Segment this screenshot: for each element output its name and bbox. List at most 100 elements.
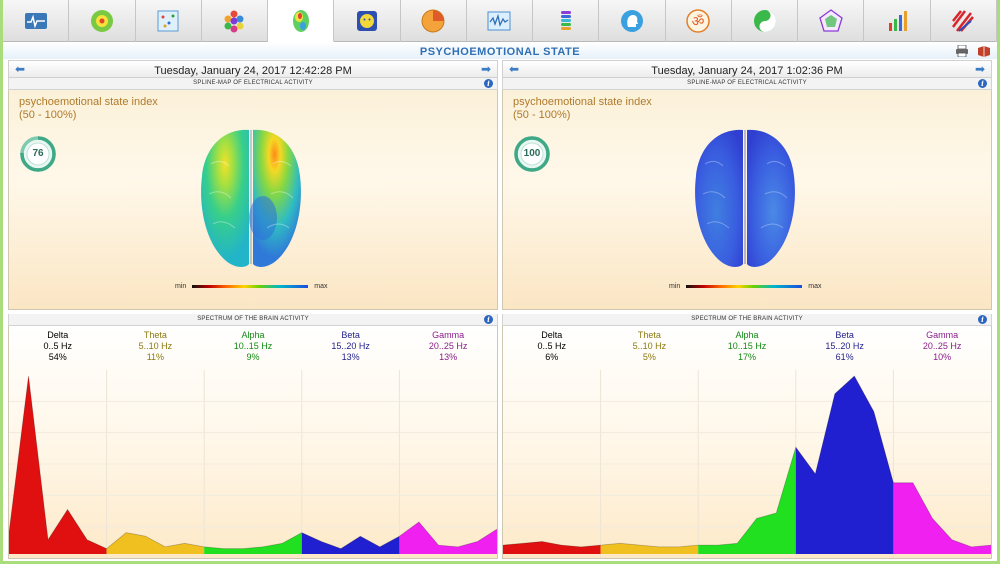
tool-aura[interactable] — [69, 0, 136, 42]
band-percent: 10% — [933, 352, 952, 362]
spectrum-band-area — [204, 532, 302, 554]
spectrum-chart — [503, 370, 991, 558]
om-symbol-icon: ॐ — [686, 9, 711, 33]
waveform-icon — [487, 11, 511, 31]
svg-text:ॐ: ॐ — [692, 14, 705, 30]
band-percent: 13% — [341, 352, 360, 362]
band-range: 15..20 Hz — [331, 341, 370, 351]
tool-pattern[interactable] — [931, 0, 997, 42]
index-range: (50 - 100%) — [19, 109, 77, 121]
page-title: PSYCHOEMOTIONAL STATE — [419, 46, 581, 58]
scale-min: min — [669, 283, 681, 290]
band-percent: 17% — [737, 352, 756, 362]
tool-bar-chart[interactable] — [864, 0, 931, 42]
band-percent: 6% — [545, 352, 559, 362]
scale-max: max — [808, 283, 822, 290]
info-icon[interactable]: i — [484, 315, 493, 324]
scale-max: max — [314, 283, 328, 290]
band-alpha: Alpha 10..15 Hz 9% — [204, 330, 302, 363]
band-range: 10..15 Hz — [233, 341, 273, 351]
face-portrait-icon — [356, 11, 377, 31]
band-name: Alpha — [735, 330, 759, 340]
band-range: 20..25 Hz — [428, 341, 468, 351]
band-alpha: Alpha 10..15 Hz 17% — [698, 330, 796, 363]
spectrum-chart — [9, 370, 497, 558]
next-session-arrow-icon[interactable]: ➡ — [479, 63, 493, 75]
index-value: 100 — [523, 148, 541, 159]
previous-session-arrow-icon[interactable]: ⬅ — [507, 63, 521, 75]
band-percent: 5% — [642, 352, 656, 362]
session-date: Tuesday, January 24, 2017 1:02:36 PM — [651, 65, 843, 77]
band-name: Gamma — [432, 330, 465, 340]
band-delta: Delta 0..5 Hz 54% — [9, 330, 107, 363]
next-session-arrow-icon[interactable]: ➡ — [973, 63, 987, 75]
tool-ecg[interactable] — [3, 0, 70, 42]
session-panel-left: ⬅ Tuesday, January 24, 2017 12:42:28 PM … — [8, 60, 498, 561]
index-value: 76 — [32, 148, 44, 159]
spline-map-heading-text: SPLINE-MAP OF ELECTRICAL ACTIVITY — [687, 80, 807, 86]
band-name: Gamma — [926, 330, 959, 340]
brain-spline-map — [695, 129, 795, 267]
band-name: Delta — [47, 330, 69, 340]
tool-pentagon[interactable] — [798, 0, 865, 42]
session-panel-right: ⬅ Tuesday, January 24, 2017 1:02:36 PM ➡… — [502, 60, 992, 561]
spline-map-box: psychoemotional state index (50 - 100%) … — [502, 90, 992, 310]
band-gamma: Gamma 20..25 Hz 13% — [399, 330, 497, 363]
info-icon[interactable]: i — [978, 79, 987, 88]
band-name: Delta — [541, 330, 563, 340]
tool-brain-map[interactable] — [268, 0, 335, 42]
pattern-icon — [952, 10, 975, 32]
spectrum-band-area — [600, 543, 699, 554]
spline-map-heading-text: SPLINE-MAP OF ELECTRICAL ACTIVITY — [193, 80, 313, 86]
scatter-grid-icon — [157, 10, 179, 32]
spectrum-band-area — [698, 447, 796, 554]
pie-chart-icon — [421, 9, 445, 33]
date-bar: ⬅ Tuesday, January 24, 2017 1:02:36 PM ➡ — [502, 60, 992, 78]
tool-chakra[interactable] — [533, 0, 600, 42]
tool-head-profile[interactable] — [599, 0, 666, 42]
band-name: Alpha — [241, 330, 265, 340]
index-label: psychoemotional state index — [19, 96, 158, 108]
chakra-stack-icon — [560, 11, 571, 30]
info-icon[interactable]: i — [978, 315, 987, 324]
ecg-monitor-icon — [24, 13, 47, 29]
tool-yin-yang[interactable] — [732, 0, 799, 42]
scale-gradient-bar — [686, 285, 803, 288]
spectrum-band-area — [301, 532, 400, 554]
band-percent: 61% — [835, 352, 854, 362]
color-scale: min max — [175, 283, 328, 290]
spectrum-band-area — [795, 376, 894, 554]
yin-yang-icon — [753, 10, 776, 32]
band-range: 15..20 Hz — [825, 341, 864, 351]
band-theta: Theta 5..10 Hz 11% — [107, 330, 205, 363]
tool-hexagon[interactable] — [202, 0, 269, 42]
band-name: Theta — [637, 330, 661, 340]
band-range: 0..5 Hz — [43, 341, 73, 351]
band-range: 10..15 Hz — [727, 341, 767, 351]
band-range: 0..5 Hz — [537, 341, 567, 351]
tool-om[interactable]: ॐ — [666, 0, 732, 42]
spectrum-heading-text: SPECTRUM OF THE BRAIN ACTIVITY — [197, 316, 309, 322]
tool-waveform[interactable] — [467, 0, 534, 42]
index-label-block: psychoemotional state index (50 - 100%) — [513, 96, 652, 122]
book-icon[interactable] — [977, 44, 991, 57]
tool-face[interactable] — [334, 0, 401, 42]
index-label-block: psychoemotional state index (50 - 100%) — [19, 96, 158, 122]
band-percent: 54% — [48, 352, 67, 362]
print-icon[interactable] — [955, 44, 969, 58]
band-percent: 9% — [246, 352, 260, 362]
tool-scatter[interactable] — [136, 0, 202, 42]
brain-map-icon — [292, 9, 309, 32]
band-delta: Delta 0..5 Hz 6% — [503, 330, 601, 363]
info-icon[interactable]: i — [484, 79, 493, 88]
band-range: 20..25 Hz — [922, 341, 962, 351]
spectrum-box: Delta 0..5 Hz 6% Theta 5..10 Hz 5% Alpha 10..… — [502, 326, 992, 559]
band-name: Beta — [835, 330, 854, 340]
spectrum-heading: SPECTRUM OF THE BRAIN ACTIVITY i — [8, 314, 498, 326]
pentagon-star-icon — [819, 9, 843, 32]
spectrum-outline — [9, 375, 497, 550]
band-beta: Beta 15..20 Hz 61% — [796, 330, 894, 363]
previous-session-arrow-icon[interactable]: ⬅ — [13, 63, 27, 75]
band-legend: Delta 0..5 Hz 6% Theta 5..10 Hz 5% Alpha 10..… — [503, 330, 991, 363]
tool-pie[interactable] — [401, 0, 467, 42]
